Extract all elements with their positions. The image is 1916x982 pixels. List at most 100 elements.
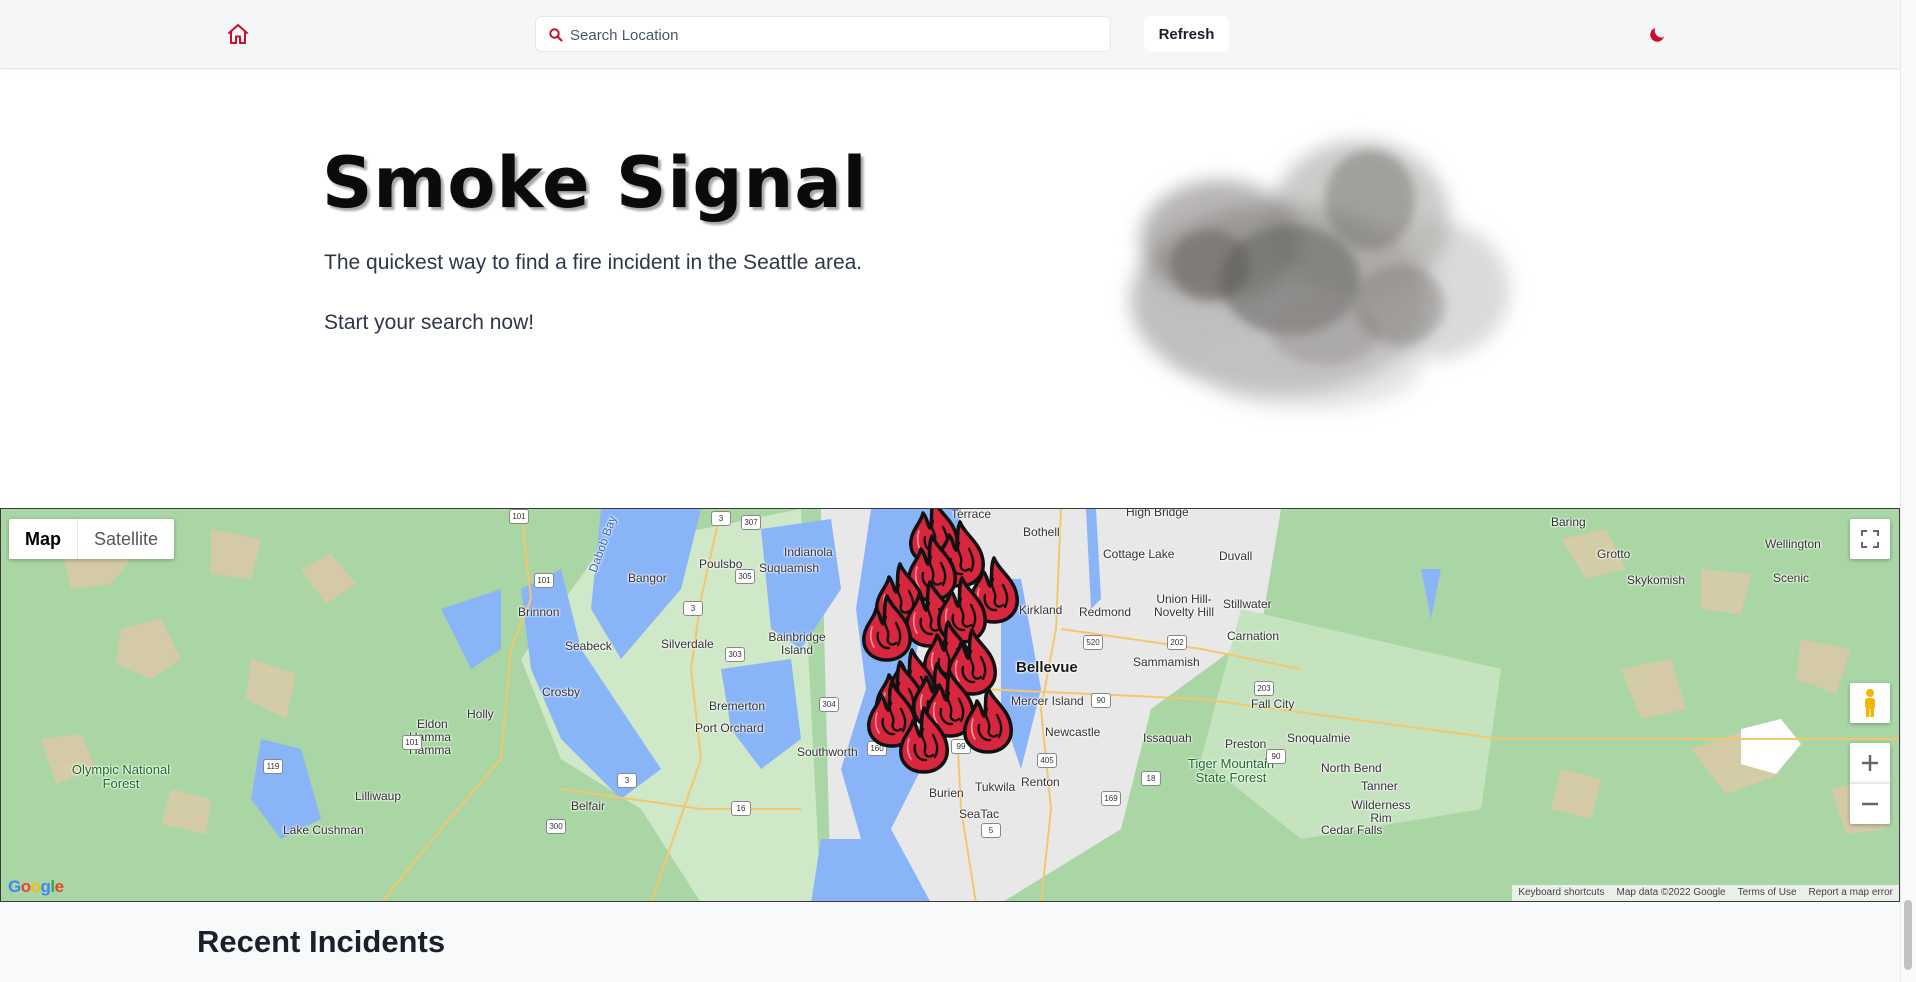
map-label-tukwila: Tukwila <box>975 780 1016 794</box>
terms-of-use-link[interactable]: Terms of Use <box>1732 885 1803 901</box>
map-label-bainbridge-island: Bainbridge Island <box>768 630 826 657</box>
hero-call-to-action: Start your search now! <box>324 311 535 334</box>
moon-icon <box>1650 28 1664 42</box>
map-label-belfair: Belfair <box>571 799 606 813</box>
map-label-bothell: Bothell <box>1023 525 1060 539</box>
minus-icon <box>1862 802 1878 806</box>
map-label-bellevue: Bellevue <box>1016 659 1078 676</box>
map-label-suquamish: Suquamish <box>759 561 820 575</box>
map-type-map-button[interactable]: Map <box>9 519 77 559</box>
map-label-stillwater: Stillwater <box>1223 597 1272 611</box>
map-label-cedar-falls: Cedar Falls <box>1321 823 1383 837</box>
map-label-renton: Renton <box>1021 775 1060 789</box>
map-label-crosby: Crosby <box>542 685 581 699</box>
map-label-redmond: Redmond <box>1079 605 1132 619</box>
page-title: Smoke Signal <box>322 142 868 224</box>
map-label-lilliwaup: Lilliwaup <box>355 789 402 803</box>
fire-icon <box>899 706 949 774</box>
page-scrollbar-thumb[interactable] <box>1904 900 1912 970</box>
map-type-control: Map Satellite <box>9 519 175 559</box>
map-data-credit: Map data ©2022 Google <box>1616 887 1726 898</box>
incident-map[interactable]: Terrace Bothell High Bridge Cottage Lake… <box>0 508 1900 902</box>
highway-shield: 3 <box>711 511 731 526</box>
highway-shield: 101 <box>509 509 529 524</box>
map-label-southworth: Southworth <box>797 745 858 759</box>
map-label-fall-city: Fall City <box>1251 697 1295 711</box>
highway-shield: 300 <box>546 819 566 834</box>
map-attribution-bar: Keyboard shortcuts Map data ©2022 Google… <box>1512 885 1899 901</box>
highway-shield: 101 <box>534 573 554 588</box>
map-label-silverdale: Silverdale <box>661 637 714 651</box>
street-view-pegman-button[interactable] <box>1850 683 1890 723</box>
pegman-icon <box>1865 689 1875 717</box>
highway-shield: 303 <box>725 647 745 662</box>
map-label-lake-cushman: Lake Cushman <box>283 823 364 837</box>
highway-shield: 305 <box>735 569 755 584</box>
map-label-high-bridge: High Bridge <box>1126 508 1189 519</box>
map-label-bremerton: Bremerton <box>709 699 766 713</box>
map-label-holly: Holly <box>467 707 494 721</box>
map-label-wilderness-rim: Wilderness Rim <box>1351 798 1411 825</box>
map-label-burien: Burien <box>929 786 964 800</box>
report-map-error-link[interactable]: Report a map error <box>1803 885 1899 901</box>
highway-shield: 203 <box>1254 681 1274 696</box>
page-scrollbar[interactable] <box>1900 0 1916 982</box>
map-label-olympic-national-forest: Olympic National Forest <box>71 762 171 791</box>
highway-shield: 3 <box>617 773 637 788</box>
map-label-grotto: Grotto <box>1597 547 1631 561</box>
top-nav-bar: Refresh <box>0 0 1900 69</box>
highway-shield: 119 <box>263 759 283 774</box>
map-label-seabeck: Seabeck <box>565 639 612 653</box>
map-label-tanner: Tanner <box>1361 779 1398 793</box>
search-box <box>535 16 1111 52</box>
smoke-cloud-image <box>1130 140 1510 410</box>
map-label-union-hill: Union Hill-Novelty Hill <box>1153 592 1214 619</box>
recent-incidents-heading: Recent Incidents <box>197 924 446 959</box>
home-button[interactable] <box>226 22 254 48</box>
highway-shield: 90 <box>1091 693 1111 708</box>
map-label-bangor: Bangor <box>628 571 667 585</box>
search-input[interactable] <box>568 18 1102 52</box>
map-label-scenic: Scenic <box>1773 571 1810 585</box>
highway-shield: 16 <box>731 801 751 816</box>
map-label-duvall: Duvall <box>1219 549 1253 563</box>
highway-shield: 307 <box>741 515 761 530</box>
map-label-seatac: SeaTac <box>959 807 1000 821</box>
theme-toggle-button[interactable] <box>1648 24 1670 46</box>
highway-shield: 18 <box>1141 771 1161 786</box>
map-label-preston: Preston <box>1225 737 1267 751</box>
zoom-in-button[interactable] <box>1850 743 1890 783</box>
fire-marker[interactable] <box>957 685 1019 755</box>
map-label-snoqualmie: Snoqualmie <box>1287 731 1351 745</box>
highway-shield: 304 <box>819 697 839 712</box>
fullscreen-icon <box>1861 530 1879 548</box>
zoom-out-button[interactable] <box>1850 783 1890 824</box>
map-label-north-bend: North Bend <box>1321 761 1382 775</box>
fire-icon <box>963 686 1013 754</box>
map-label-brinnon: Brinnon <box>518 605 560 619</box>
map-type-satellite-button[interactable]: Satellite <box>77 519 174 559</box>
map-label-eldon: Eldon <box>417 717 448 731</box>
highway-shield: 405 <box>1037 753 1057 768</box>
map-label-newcastle: Newcastle <box>1045 725 1101 739</box>
map-label-baring: Baring <box>1551 515 1586 529</box>
map-label-cottage-lake: Cottage Lake <box>1103 547 1175 561</box>
highway-shield: 90 <box>1266 749 1286 764</box>
home-icon <box>228 24 248 44</box>
highway-shield: 169 <box>1101 791 1121 806</box>
map-label-sammamish: Sammamish <box>1133 655 1200 669</box>
map-label-wellington: Wellington <box>1765 537 1821 551</box>
highway-shield: 101 <box>402 735 422 750</box>
map-label-kirkland: Kirkland <box>1019 603 1063 617</box>
hero-subtitle: The quickest way to find a fire incident… <box>324 251 863 274</box>
refresh-button[interactable]: Refresh <box>1144 16 1229 52</box>
highway-shield: 5 <box>981 823 1001 838</box>
fullscreen-button[interactable] <box>1850 519 1890 559</box>
fire-marker[interactable] <box>893 705 955 775</box>
highway-shield: 3 <box>683 601 703 616</box>
google-logo: Google <box>8 877 64 896</box>
map-label-skykomish: Skykomish <box>1627 573 1686 587</box>
map-label-carnation: Carnation <box>1227 629 1280 643</box>
search-icon <box>549 28 563 42</box>
keyboard-shortcuts-link[interactable]: Keyboard shortcuts <box>1512 885 1610 901</box>
